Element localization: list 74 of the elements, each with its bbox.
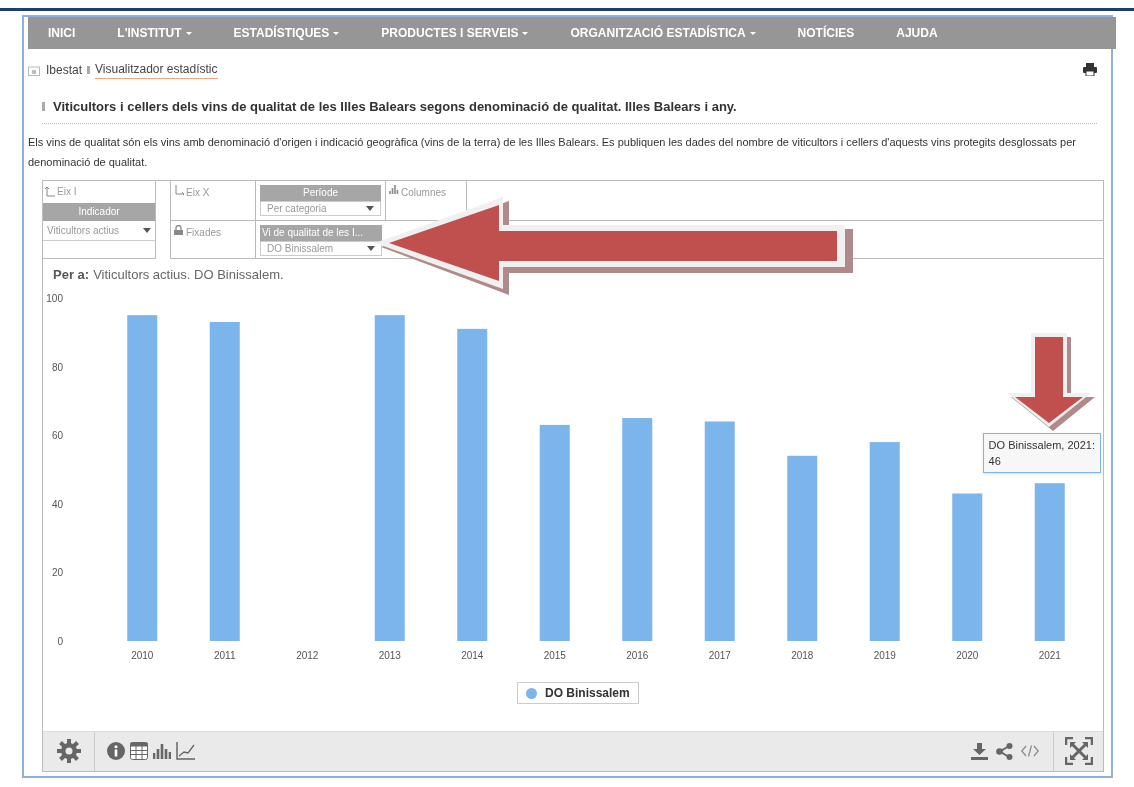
caret-icon [143, 227, 152, 233]
bar-chart-icon [389, 184, 399, 194]
axis-tick-label: 2010 [131, 650, 154, 661]
chart-bar[interactable] [1034, 483, 1065, 641]
axis-label: Eix X [186, 185, 210, 200]
code-icon[interactable] [1021, 745, 1039, 757]
lock-icon [174, 224, 183, 235]
nav-menu-item[interactable]: ESTADÍSTIQUES [233, 24, 340, 42]
camera-icon [28, 66, 40, 76]
chart-tooltip: DO Binissalem, 2021: 46 [982, 433, 1101, 474]
axis-tick-label: 20 [51, 567, 63, 579]
description-text: Els vins de qualitat són els vins amb denominació d'origen i indicació geogràfica (vins de la terra) de les Illes Balears. Es publiquen les dades del nombre de viticultors i cellers d'aquests vins protegits desglossats per denominació de qualitat. [28, 134, 1077, 170]
nav-menu-item[interactable]: PRODUCTES I SERVEIS [381, 24, 529, 42]
chart-bar[interactable] [209, 322, 240, 641]
settings-icon[interactable] [55, 738, 82, 764]
chart-bar[interactable] [622, 418, 653, 641]
separator-icon [42, 102, 45, 112]
nav-menu-item[interactable]: ORGANITZACIÓ ESTADÍSTICA [570, 24, 756, 42]
chart-label: Per a: [53, 265, 90, 284]
table-icon[interactable] [130, 742, 148, 760]
breadcrumb-link[interactable]: Visualitzador estadístic [95, 60, 218, 79]
chart-bar[interactable] [952, 493, 983, 641]
axis-tick-label: 80 [51, 361, 63, 373]
dimension-select[interactable]: Per categoria [260, 200, 381, 216]
chart-bar[interactable] [457, 328, 488, 641]
axis-label: Fixades [186, 225, 221, 240]
axis-tick-label: 100 [46, 293, 63, 304]
bar-chart-icon[interactable] [153, 743, 171, 759]
chart-bar[interactable] [539, 424, 570, 641]
chart-bar[interactable] [704, 421, 735, 641]
chart-bar[interactable] [869, 442, 900, 641]
dimension-header: Indicador [43, 202, 156, 221]
axis-tick-label: 2021 [1038, 650, 1061, 661]
nav-menu-item[interactable]: AJUDA [896, 24, 938, 42]
chart-subtitle: Viticultors actius. DO Binissalem. [93, 265, 284, 284]
axis-tick-label: 2018 [791, 650, 814, 661]
axis-tick-label: 2020 [956, 650, 979, 661]
chart-legend[interactable]: DO Binissalem [517, 682, 639, 704]
chart-bar[interactable] [127, 315, 158, 641]
dimension-select[interactable]: DO Binissalem [260, 240, 382, 256]
nav-menu-item[interactable]: L'INSTITUT [117, 24, 192, 42]
axis-tick-label: 2014 [461, 650, 484, 661]
axis-tick-label: 2011 [214, 650, 236, 661]
axis-tick-label: 60 [51, 430, 63, 442]
chart-bar[interactable] [374, 315, 405, 641]
axis-icon [45, 186, 55, 197]
chart-bar[interactable] [787, 455, 818, 641]
axis-tick-label: 0 [57, 636, 63, 647]
dimension-header: Període [260, 184, 381, 201]
legend-label: DO Binissalem [545, 685, 630, 702]
info-icon[interactable] [107, 742, 125, 760]
nav-menu-item[interactable]: INICI [48, 24, 76, 42]
share-icon[interactable] [996, 742, 1013, 760]
page-title: Viticultors i cellers dels vins de qualitat de les Illes Balears segons denominació de qualitat. Illes Balears i any. [53, 98, 737, 116]
axis-tick-label: 2013 [378, 650, 401, 661]
fullscreen-icon[interactable] [1064, 737, 1093, 765]
line-chart-icon[interactable] [176, 742, 195, 760]
nav-menu-item[interactable]: NOTÍCIES [797, 24, 855, 42]
axis-tick-label: 2012 [296, 650, 319, 661]
axis-tick-label: 40 [51, 498, 63, 510]
caret-icon [366, 205, 374, 211]
axis-tick-label: 2015 [543, 650, 566, 661]
axis-label: Columnes [401, 185, 447, 200]
breadcrumb-link[interactable]: Ibestat [46, 60, 83, 79]
axis-icon [174, 184, 184, 195]
axis-label: Eix I [57, 185, 77, 199]
axis-tick-label: 2017 [708, 650, 731, 661]
axis-tick-label: 2016 [626, 650, 649, 661]
axis-tick-label: 2019 [873, 650, 896, 661]
dimension-select[interactable]: Viticultors actius [43, 220, 156, 241]
dimension-header: Vi de qualitat de les I... [260, 224, 382, 241]
separator-icon [87, 65, 91, 74]
printer-icon[interactable] [1083, 63, 1097, 76]
download-icon[interactable] [971, 742, 988, 760]
